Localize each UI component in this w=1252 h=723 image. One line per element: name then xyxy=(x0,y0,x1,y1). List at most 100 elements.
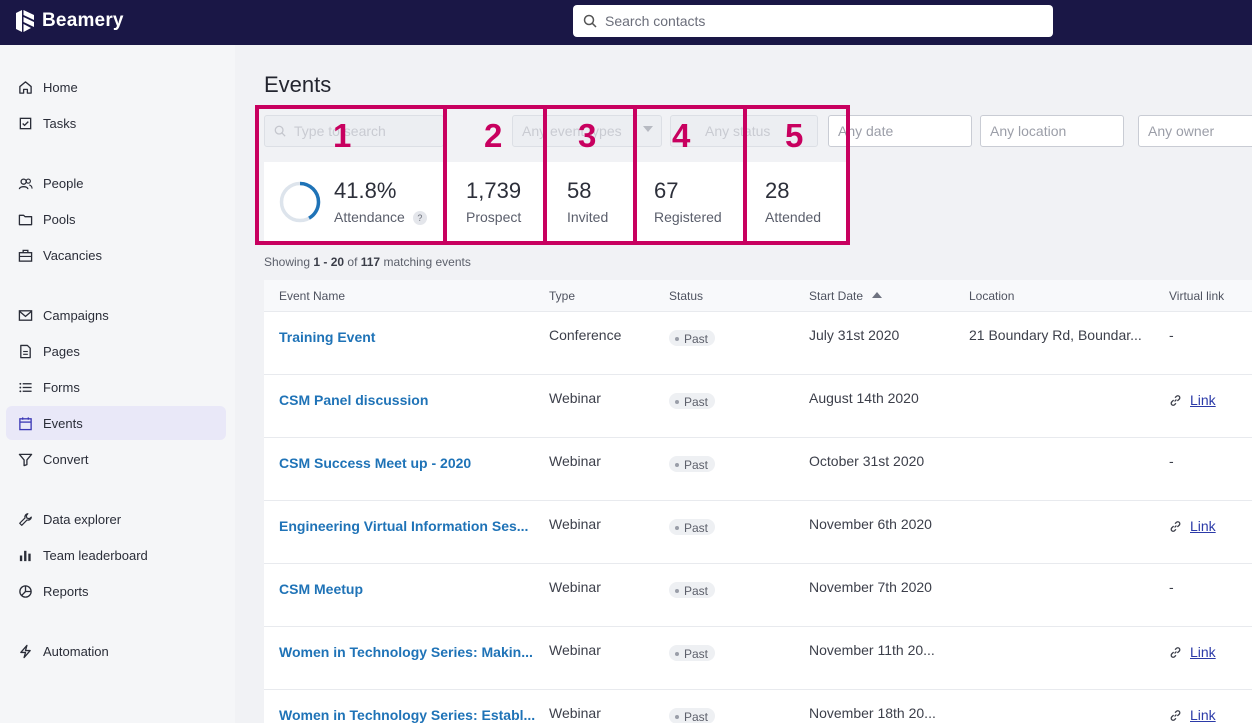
table-row[interactable]: CSM Panel discussion Webinar Past August 14… xyxy=(264,375,1252,438)
home-icon xyxy=(19,80,32,94)
owner-placeholder: Any owner xyxy=(1148,123,1215,139)
virtual-link[interactable]: Link xyxy=(1169,518,1216,534)
event-name-link[interactable]: Women in Technology Series: Makin... xyxy=(279,644,533,660)
sidebar-item-label: Convert xyxy=(43,451,89,467)
sidebar-item-forms[interactable]: Forms xyxy=(6,370,226,404)
sidebar: Home Tasks People Pools Vacancies Campai… xyxy=(0,45,235,723)
link-icon xyxy=(1170,394,1181,406)
column-header-virtual-link[interactable]: Virtual link xyxy=(1169,289,1224,303)
sidebar-item-label: Pools xyxy=(43,211,76,227)
event-start-date: November 18th 20... xyxy=(809,705,936,721)
status-badge: Past xyxy=(669,645,716,661)
sidebar-item-label: Forms xyxy=(43,379,80,395)
virtual-link-label[interactable]: Link xyxy=(1190,518,1216,534)
sidebar-item-label: Vacancies xyxy=(43,247,103,263)
column-header-type[interactable]: Type xyxy=(549,289,575,303)
sidebar-item-label: Data explorer xyxy=(43,511,122,527)
top-bar: Beamery xyxy=(0,0,1252,45)
virtual-link[interactable]: Link xyxy=(1169,644,1216,660)
virtual-link[interactable]: Link xyxy=(1169,707,1216,723)
event-name-link[interactable]: CSM Panel discussion xyxy=(279,392,428,408)
status-badge-label: Past xyxy=(684,520,709,535)
event-type: Webinar xyxy=(549,579,601,595)
sidebar-item-events[interactable]: Events xyxy=(6,406,226,440)
status-badge-label: Past xyxy=(684,709,709,723)
sidebar-item-reports[interactable]: Reports xyxy=(6,574,226,608)
bar-chart-icon xyxy=(19,550,31,561)
event-name-link[interactable]: Engineering Virtual Information Ses... xyxy=(279,518,528,534)
sidebar-item-data-explorer[interactable]: Data explorer xyxy=(6,502,226,536)
search-icon xyxy=(583,14,597,28)
table-row[interactable]: Women in Technology Series: Establ... Web… xyxy=(264,690,1252,723)
event-name-link[interactable]: CSM Meetup xyxy=(279,581,363,597)
event-name-link[interactable]: CSM Success Meet up - 2020 xyxy=(279,455,471,471)
contact-search[interactable] xyxy=(573,5,1053,37)
sidebar-item-team-leaderboard[interactable]: Team leaderboard xyxy=(6,538,226,572)
table-header: Event Name Type Status Start Date Locati… xyxy=(264,280,1252,312)
highlight-number-1: 1 xyxy=(333,117,352,154)
table-body: Training Event Conference Past July 31st 20… xyxy=(264,312,1252,723)
sidebar-item-label: Campaigns xyxy=(43,307,109,323)
column-header-status[interactable]: Status xyxy=(669,289,703,303)
virtual-link-label[interactable]: Link xyxy=(1190,392,1216,408)
search-contacts-input[interactable] xyxy=(605,13,1025,29)
sidebar-item-label: Team leaderboard xyxy=(43,547,148,563)
sidebar-item-pages[interactable]: Pages xyxy=(6,334,226,368)
highlight-number-4: 4 xyxy=(672,117,691,154)
sidebar-item-label: People xyxy=(43,175,84,191)
sidebar-item-home[interactable]: Home xyxy=(6,70,226,104)
status-dot-icon xyxy=(675,651,679,656)
virtual-link[interactable]: Link xyxy=(1169,392,1216,408)
sidebar-item-convert[interactable]: Convert xyxy=(6,442,226,476)
highlight-number-5: 5 xyxy=(785,117,804,154)
wrench-icon xyxy=(19,512,32,526)
page-title: Events xyxy=(264,72,332,97)
event-start-date: November 6th 2020 xyxy=(809,516,932,532)
event-start-date: August 14th 2020 xyxy=(809,390,919,406)
beamery-logo[interactable]: Beamery xyxy=(14,9,124,33)
lightning-icon xyxy=(20,644,31,658)
sidebar-item-label: Home xyxy=(43,79,78,95)
sidebar-item-campaigns[interactable]: Campaigns xyxy=(6,298,226,332)
location-filter[interactable]: Any location xyxy=(980,115,1124,147)
column-header-event-name[interactable]: Event Name xyxy=(279,289,345,303)
column-header-start-date[interactable]: Start Date xyxy=(809,289,883,303)
table-row[interactable]: CSM Meetup Webinar Past November 7th 2020 - xyxy=(264,564,1252,627)
sidebar-item-people[interactable]: People xyxy=(6,166,226,200)
tasks-icon xyxy=(19,117,32,129)
owner-filter[interactable]: Any owner xyxy=(1138,115,1252,147)
table-row[interactable]: CSM Success Meet up - 2020 Webinar Past Oct… xyxy=(264,438,1252,501)
table-row[interactable]: Training Event Conference Past July 31st 20… xyxy=(264,312,1252,375)
location-placeholder: Any location xyxy=(990,123,1067,139)
pie-chart-icon xyxy=(19,584,32,598)
event-name-link[interactable]: Training Event xyxy=(279,329,375,345)
status-badge: Past xyxy=(669,708,716,723)
sidebar-item-pools[interactable]: Pools xyxy=(6,202,226,236)
virtual-link-label[interactable]: Link xyxy=(1190,707,1216,723)
table-row[interactable]: Women in Technology Series: Makin... Webi… xyxy=(264,627,1252,690)
results-of: of xyxy=(344,255,361,269)
event-type: Webinar xyxy=(549,642,601,658)
brand-name: Beamery xyxy=(42,10,124,31)
status-dot-icon xyxy=(675,588,679,593)
people-icon xyxy=(18,177,33,189)
main-content: Events Type to search Any event types An… xyxy=(235,45,1252,723)
link-icon xyxy=(1170,520,1181,532)
status-dot-icon xyxy=(675,399,679,404)
event-start-date: October 31st 2020 xyxy=(809,453,925,469)
event-name-link[interactable]: Women in Technology Series: Establ... xyxy=(279,707,535,723)
column-header-location[interactable]: Location xyxy=(969,289,1014,303)
highlight-number-2: 2 xyxy=(484,117,503,154)
status-badge-label: Past xyxy=(684,394,709,409)
table-row[interactable]: Engineering Virtual Information Ses... We… xyxy=(264,501,1252,564)
sidebar-item-tasks[interactable]: Tasks xyxy=(6,106,226,140)
sidebar-item-vacancies[interactable]: Vacancies xyxy=(6,238,226,272)
sidebar-item-automation[interactable]: Automation xyxy=(6,634,226,668)
status-dot-icon xyxy=(675,525,679,530)
sidebar-item-label: Pages xyxy=(43,343,80,359)
virtual-link-label[interactable]: Link xyxy=(1190,644,1216,660)
status-badge: Past xyxy=(669,582,716,598)
link-icon xyxy=(1170,709,1181,721)
events-table: Event Name Type Status Start Date Locati… xyxy=(264,280,1252,723)
sidebar-item-label: Events xyxy=(43,415,83,431)
